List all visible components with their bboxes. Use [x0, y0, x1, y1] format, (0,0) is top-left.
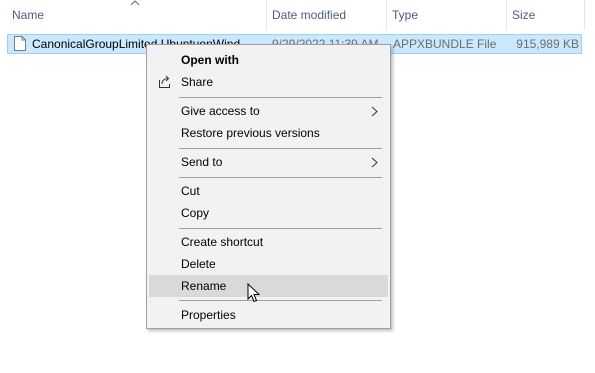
menu-item-rename[interactable]: Rename	[149, 275, 388, 297]
chevron-right-icon	[371, 106, 378, 117]
menu-item-label: Give access to	[181, 104, 260, 118]
column-size[interactable]: Size	[512, 0, 535, 30]
menu-item-share[interactable]: Share	[149, 71, 388, 93]
column-type[interactable]: Type	[392, 0, 418, 30]
context-menu: Open with Share Give access to Restore p…	[146, 44, 391, 329]
menu-item-label: Delete	[181, 257, 216, 271]
file-size: 915,989 KB	[516, 37, 579, 51]
menu-item-label: Copy	[181, 206, 210, 220]
menu-item-label: Restore previous versions	[181, 126, 320, 140]
column-date-modified[interactable]: Date modified	[272, 0, 346, 30]
menu-item-label: Send to	[181, 155, 223, 169]
chevron-right-icon	[371, 157, 378, 168]
share-icon	[159, 75, 170, 88]
menu-item-properties[interactable]: Properties	[149, 304, 388, 326]
file-icon	[14, 36, 26, 51]
menu-item-copy[interactable]: Copy	[149, 202, 388, 224]
menu-item-label: Properties	[181, 308, 236, 322]
column-divider[interactable]	[506, 0, 507, 30]
file-type: APPXBUNDLE File	[393, 37, 497, 51]
column-name[interactable]: Name	[12, 0, 44, 30]
menu-item-label: Rename	[181, 279, 227, 293]
menu-separator	[179, 148, 382, 149]
menu-item-give-access-to[interactable]: Give access to	[149, 100, 388, 122]
menu-item-delete[interactable]: Delete	[149, 253, 388, 275]
column-divider[interactable]	[584, 0, 585, 30]
menu-item-send-to[interactable]: Send to	[149, 151, 388, 173]
menu-item-label: Open with	[181, 53, 239, 67]
column-header-row: Name Date modified Type Size	[0, 0, 595, 30]
menu-separator	[179, 97, 382, 98]
menu-separator	[179, 177, 382, 178]
menu-item-create-shortcut[interactable]: Create shortcut	[149, 231, 388, 253]
menu-item-label: Create shortcut	[181, 235, 264, 249]
sort-ascending-icon	[130, 0, 140, 6]
menu-item-label: Cut	[181, 184, 200, 198]
menu-separator	[179, 228, 382, 229]
menu-item-cut[interactable]: Cut	[149, 180, 388, 202]
menu-item-restore-previous-versions[interactable]: Restore previous versions	[149, 122, 388, 144]
menu-item-open-with[interactable]: Open with	[149, 49, 388, 71]
menu-item-label: Share	[181, 75, 214, 89]
mouse-pointer-icon	[247, 283, 261, 303]
menu-separator	[179, 300, 382, 301]
column-divider[interactable]	[386, 0, 387, 30]
column-divider[interactable]	[266, 0, 267, 30]
